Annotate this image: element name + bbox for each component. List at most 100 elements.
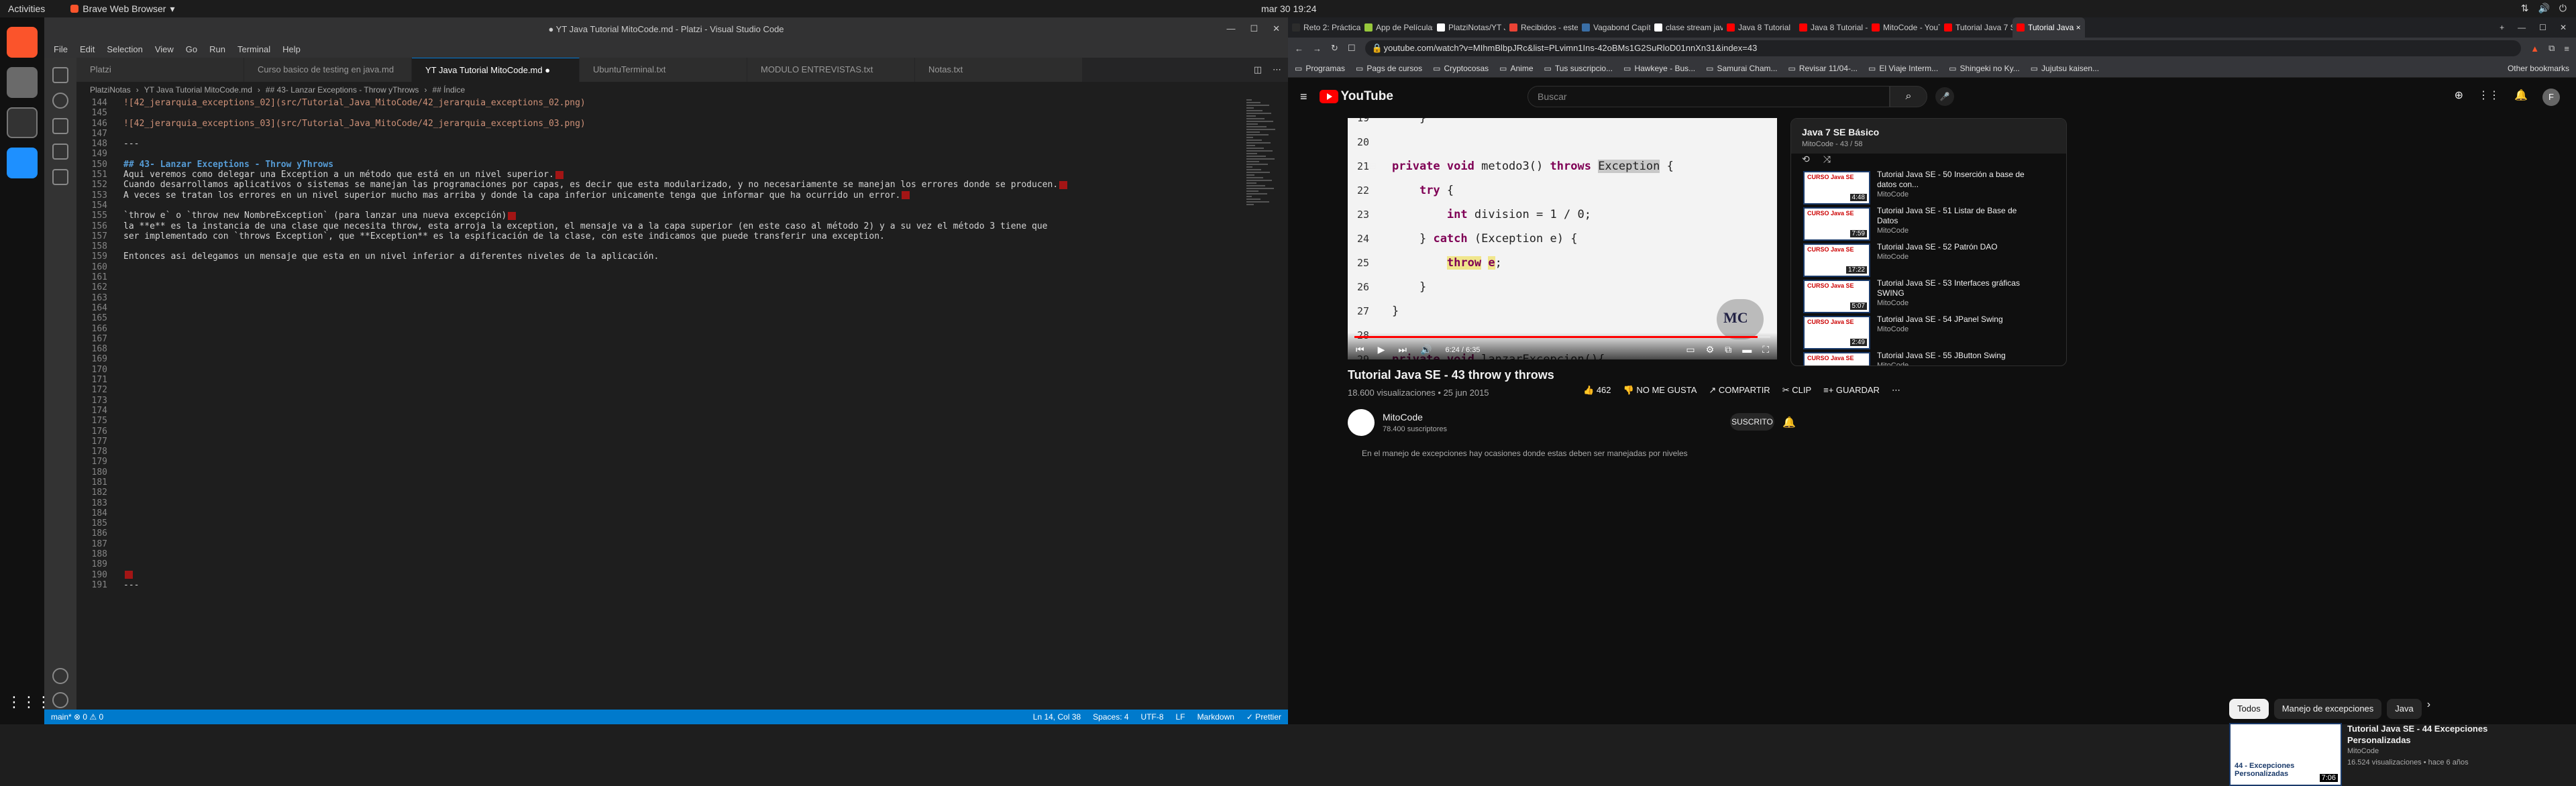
editor-line[interactable]: 152 Cuando desarrollamos aplicativos o si… — [76, 180, 1244, 190]
show-apps-icon[interactable]: ⋮⋮⋮ — [7, 687, 51, 718]
editor-line[interactable]: 176 — [76, 427, 1244, 437]
status-item[interactable]: UTF-8 — [1141, 712, 1164, 722]
editor-line[interactable]: 167 — [76, 334, 1244, 344]
editor-line[interactable]: 188 — [76, 549, 1244, 559]
editor-line[interactable]: 169 — [76, 354, 1244, 364]
voice-search-icon[interactable]: 🎤 — [1935, 87, 1954, 106]
editor-line[interactable]: 172 — [76, 385, 1244, 395]
editor-tab[interactable]: UbuntuTerminal.txt — [580, 58, 747, 82]
search-button[interactable]: ⌕ — [1890, 86, 1927, 107]
breadcrumb-item[interactable]: ## Índice — [432, 82, 465, 98]
close-icon[interactable]: ✕ — [1273, 23, 1280, 34]
channel-avatar[interactable] — [1348, 409, 1375, 436]
vscode-dock-icon[interactable] — [7, 148, 38, 178]
git-branch-status[interactable]: main* ⊗ 0 ⚠ 0 — [51, 712, 103, 722]
menu-item-selection[interactable]: Selection — [107, 44, 142, 54]
video-player[interactable]: 19 } 20 21 ⊟ private void metodo3() throws E… — [1348, 118, 1777, 359]
settings-icon[interactable]: ⚙ — [1706, 344, 1715, 355]
maximize-icon[interactable]: ☐ — [2539, 23, 2546, 32]
editor-line[interactable]: 147 — [76, 129, 1244, 139]
editor-line[interactable]: 175 — [76, 416, 1244, 426]
share-button[interactable]: ↗ COMPARTIR — [1709, 385, 1770, 396]
breadcrumb-item[interactable]: YT Java Tutorial MitoCode.md — [144, 82, 252, 98]
system-tray[interactable]: ⇅ 🔊 ⏻ — [2521, 3, 2567, 14]
editor-line[interactable]: 182 — [76, 488, 1244, 498]
status-item[interactable]: LF — [1176, 712, 1185, 722]
bookmark-item[interactable]: ▭ Tus suscripcio... — [1544, 64, 1613, 73]
editor-line[interactable]: 150 ## 43- Lanzar Exceptions - Throw yThr… — [76, 160, 1244, 170]
editor-tab[interactable]: Platzi — [76, 58, 244, 82]
editor-line[interactable]: 163 — [76, 293, 1244, 303]
editor-line[interactable]: 155 `throw e` o `throw new NombreExceptio… — [76, 211, 1244, 221]
playlist-thumbnail[interactable]: CURSO Java SE 7:59 — [1803, 207, 1870, 241]
editor-line[interactable]: 180 — [76, 467, 1244, 478]
filter-chip[interactable]: Todos — [2229, 699, 2269, 719]
brave-shield-icon[interactable]: ▲ — [2530, 44, 2539, 54]
new-tab-icon[interactable]: + — [2500, 23, 2504, 32]
hamburger-icon[interactable]: ≡ — [1300, 90, 1307, 104]
bookmark-item[interactable]: ▭ Programas — [1295, 64, 1345, 73]
editor-line[interactable]: 177 — [76, 437, 1244, 447]
editor-line[interactable]: 145 — [76, 108, 1244, 118]
editor-line[interactable]: 184 — [76, 508, 1244, 518]
editor-line[interactable]: 157 ser implementado con `throws Exceptio… — [76, 231, 1244, 241]
editor-line[interactable]: 153 A veces se tratan los errores en un n… — [76, 190, 1244, 201]
video-description[interactable]: En el manejo de excepciones hay ocasione… — [1362, 449, 1688, 458]
editor[interactable]: 144 ![42_jerarquia_exceptions_02](src/Tut… — [76, 98, 1244, 718]
channel-name[interactable]: MitoCode — [1383, 412, 1423, 423]
playlist-thumbnail[interactable]: CURSO Java SE4:25 — [1803, 352, 1870, 366]
clock[interactable]: mar 30 19:24 — [1261, 3, 1317, 14]
playlist-item[interactable]: CURSO Java SE 4:48 Tutorial Java SE - 50 I… — [1791, 170, 2066, 206]
miniplayer-icon[interactable]: ⧉ — [1725, 344, 1731, 355]
theater-icon[interactable]: ▬ — [1742, 344, 1752, 355]
menu-item-edit[interactable]: Edit — [80, 44, 95, 54]
playlist-item[interactable]: CURSO Java SE 5:07 Tutorial Java SE - 53 I… — [1791, 278, 2066, 315]
source-control-icon[interactable] — [52, 118, 68, 134]
recommended-video[interactable]: 44 - Excepciones Personalizadas 7:06 Tut… — [2229, 723, 2511, 786]
editor-line[interactable]: 151 Aqui veremos como delegar una Excepti… — [76, 170, 1244, 180]
subtitles-icon[interactable]: ▭ — [1686, 344, 1695, 355]
editor-line[interactable]: 189 — [76, 559, 1244, 569]
editor-line[interactable]: 170 — [76, 365, 1244, 375]
run-debug-icon[interactable] — [52, 144, 68, 160]
menu-icon[interactable]: ≡ — [2564, 44, 2569, 54]
notifications-icon[interactable]: 🔔 — [2514, 89, 2528, 106]
more-actions-icon[interactable]: ⋯ — [1273, 64, 1281, 75]
bookmark-icon[interactable]: ☐ — [1348, 43, 1356, 54]
editor-line[interactable]: 146 ![42_jerarquia_exceptions_03](src/Tut… — [76, 119, 1244, 129]
maximize-icon[interactable]: ☐ — [1250, 23, 1258, 34]
play-icon[interactable]: ▶ — [1378, 344, 1385, 355]
menu-item-run[interactable]: Run — [209, 44, 225, 54]
playlist-thumbnail[interactable]: CURSO Java SE 17:22 — [1803, 243, 1870, 277]
shuffle-icon[interactable]: ⤨ — [1823, 154, 1831, 170]
playlist-item[interactable]: CURSO Java SE 17:22 Tutorial Java SE - 52 … — [1791, 242, 2066, 278]
bookmark-item[interactable]: ▭ Cryptocosas — [1433, 64, 1489, 73]
playlist-thumbnail[interactable]: CURSO Java SE 5:07 — [1803, 280, 1870, 313]
bookmark-item[interactable]: ▭ Jujutsu kaisen... — [2031, 64, 2099, 73]
editor-line[interactable]: 162 — [76, 282, 1244, 292]
explorer-icon[interactable] — [52, 67, 68, 83]
other-bookmarks[interactable]: Other bookmarks — [2508, 64, 2569, 73]
bookmark-item[interactable]: ▭ El Viaje Interm... — [1868, 64, 1938, 73]
search-icon[interactable] — [52, 93, 68, 109]
editor-line[interactable]: 190 — [76, 570, 1244, 580]
menu-item-terminal[interactable]: Terminal — [237, 44, 270, 54]
account-icon[interactable] — [52, 668, 68, 684]
editor-tab[interactable]: YT Java Tutorial MitoCode.md ● — [412, 58, 580, 82]
activities-button[interactable]: Activities — [8, 3, 45, 14]
browser-tab[interactable]: Vagabond Capít — [1578, 23, 1650, 32]
browser-tab[interactable]: Java 8 Tutorial — [1723, 23, 1795, 32]
editor-line[interactable]: 183 — [76, 498, 1244, 508]
browser-tab[interactable]: App de Películas — [1360, 23, 1433, 32]
back-icon[interactable]: ← — [1295, 44, 1303, 54]
browser-tab[interactable]: Tutorial Java × — [2012, 17, 2085, 38]
bookmark-item[interactable]: ▭ Samurai Cham... — [1706, 64, 1777, 73]
youtube-logo[interactable]: YouTube — [1319, 89, 1393, 104]
settings-gear-icon[interactable] — [52, 692, 68, 708]
bookmark-item[interactable]: ▭ Revisar 11/04-... — [1788, 64, 1858, 73]
breadcrumb-item[interactable]: ## 43- Lanzar Exceptions - Throw yThrows — [266, 82, 419, 98]
apps-icon[interactable]: ⋮⋮ — [2478, 89, 2500, 106]
editor-line[interactable]: 158 — [76, 241, 1244, 251]
filter-chip[interactable]: Manejo de excepciones — [2273, 699, 2382, 719]
editor-line[interactable]: 181 — [76, 478, 1244, 488]
